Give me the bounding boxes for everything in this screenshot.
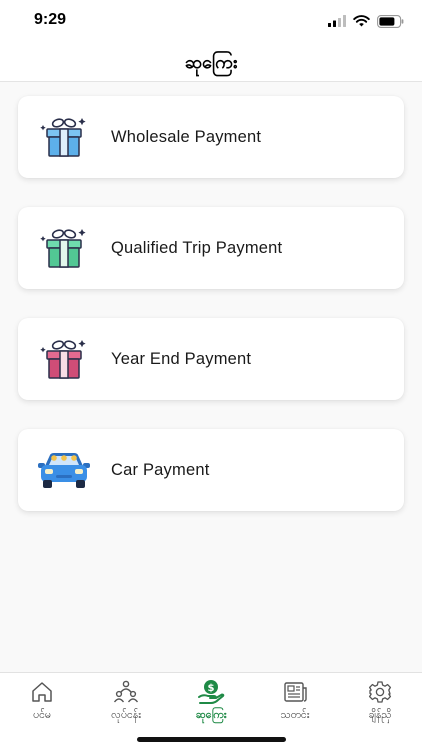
header: ဆုကြေး xyxy=(0,42,422,82)
tab-settings[interactable]: ချိန်ညှိ xyxy=(338,679,422,727)
card-label: Wholesale Payment xyxy=(111,127,262,146)
gift-icon xyxy=(36,114,92,160)
car-payment-card[interactable]: Car Payment xyxy=(18,429,404,511)
battery-icon xyxy=(377,14,404,28)
home-icon xyxy=(28,679,56,705)
svg-text:$: $ xyxy=(208,683,215,694)
network-icon xyxy=(112,679,140,705)
tab-business[interactable]: လုပ်ငန်း xyxy=(84,679,168,727)
home-indicator xyxy=(137,737,286,742)
tab-label: သတင်း xyxy=(280,709,310,721)
card-label: Qualified Trip Payment xyxy=(111,238,283,257)
card-label: Car Payment xyxy=(111,460,210,479)
tab-news[interactable]: သတင်း xyxy=(253,679,337,727)
qualified-trip-payment-card[interactable]: Qualified Trip Payment xyxy=(18,207,404,289)
card-label: Year End Payment xyxy=(111,349,252,368)
page-title: ဆုကြေး xyxy=(184,52,238,73)
signal-icon xyxy=(328,15,346,27)
tab-label: ပင်မ xyxy=(33,709,51,721)
gift-icon xyxy=(36,336,92,382)
car-icon xyxy=(36,447,92,493)
reward-icon: $ xyxy=(197,679,225,705)
tab-label: ချိန်ညှိ xyxy=(368,709,392,721)
payment-list: Wholesale Payment Qualified Trip Payment xyxy=(0,82,422,672)
wifi-icon xyxy=(353,15,370,27)
tab-reward[interactable]: $ ဆုကြေး xyxy=(169,679,253,727)
news-icon xyxy=(281,679,309,705)
gift-icon xyxy=(36,225,92,271)
tab-label: လုပ်ငန်း xyxy=(111,709,141,721)
wholesale-payment-card[interactable]: Wholesale Payment xyxy=(18,96,404,178)
status-time: 9:29 xyxy=(34,11,67,28)
settings-icon xyxy=(366,679,394,705)
year-end-payment-card[interactable]: Year End Payment xyxy=(18,318,404,400)
tab-home[interactable]: ပင်မ xyxy=(0,679,84,727)
status-icons xyxy=(328,14,404,28)
tab-label: ဆုကြေး xyxy=(195,709,227,721)
status-bar: 9:29 xyxy=(0,0,422,42)
